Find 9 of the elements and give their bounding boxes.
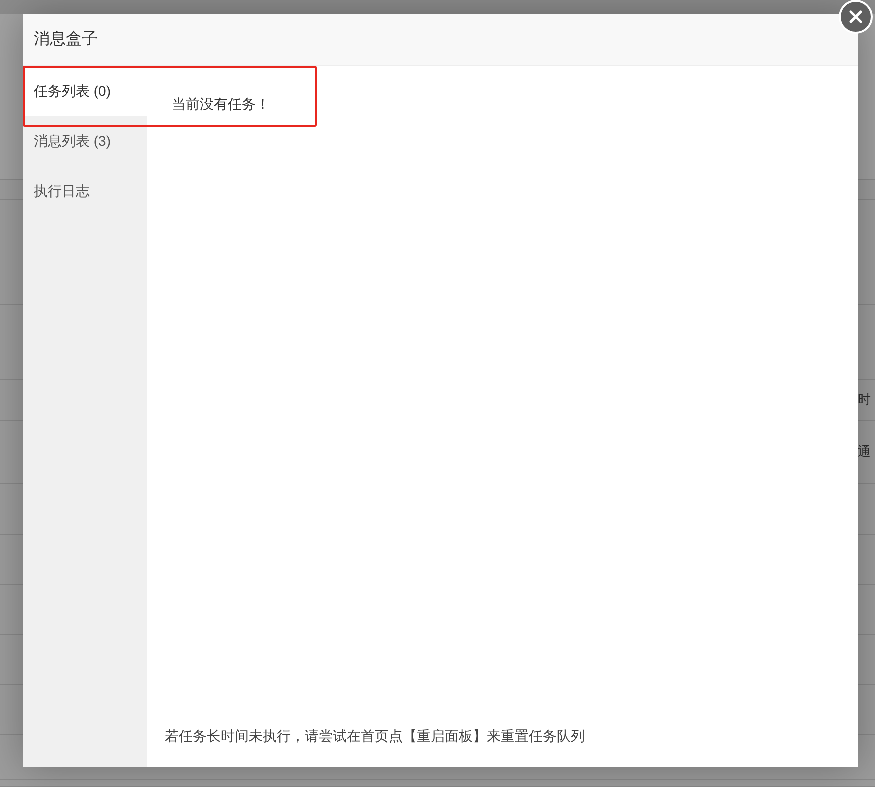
background-text: 时: [858, 391, 872, 410]
close-icon: [849, 10, 863, 24]
empty-message: 当前没有任务！: [172, 95, 270, 114]
footer-note: 若任务长时间未执行，请尝试在首页点【重启面板】来重置任务队列: [165, 727, 585, 746]
sidebar-tab[interactable]: 任务列表 (0): [23, 66, 147, 116]
sidebar-tab[interactable]: 消息列表 (3): [23, 116, 147, 166]
dialog-title: 消息盒子: [34, 30, 98, 50]
sidebar-tab[interactable]: 执行日志: [23, 166, 147, 216]
background-text: 通: [858, 443, 872, 462]
